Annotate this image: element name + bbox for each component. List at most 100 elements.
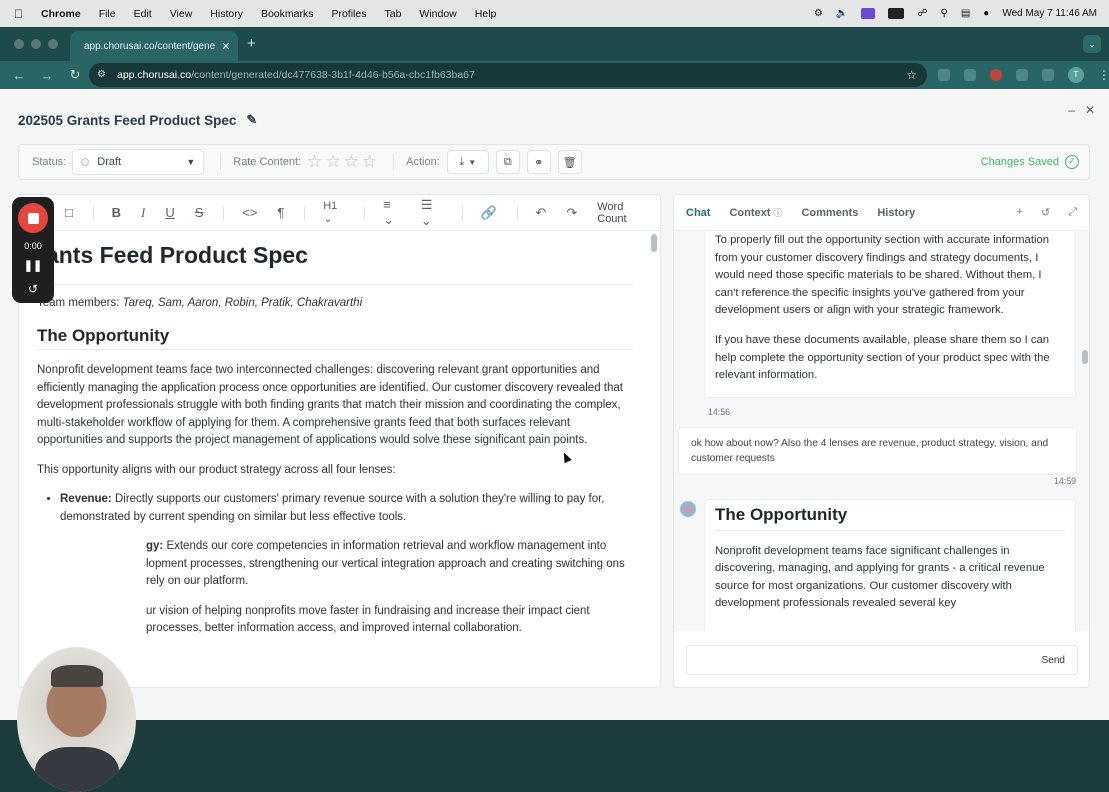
extension-icon[interactable] (938, 69, 950, 81)
chat-scrollbar[interactable] (1082, 350, 1088, 364)
close-window-dot[interactable] (14, 39, 24, 49)
editor-scrollbar[interactable] (651, 234, 657, 252)
gear-status-icon[interactable]: ⚙ (814, 8, 823, 19)
copy-button[interactable]: ⧉ (495, 150, 520, 174)
chat-thread[interactable]: To properly fill out the opportunity sec… (674, 231, 1089, 631)
comment-icon[interactable]: □ (65, 205, 73, 220)
star-icon[interactable]: ☆ (344, 152, 359, 172)
menu-bookmarks[interactable]: Bookmarks (261, 8, 314, 20)
extension-record-icon[interactable] (990, 69, 1002, 81)
download-button[interactable]: ⤓ ▼ (446, 150, 489, 174)
list-item: gy: Extends our core competencies in inf… (60, 538, 633, 591)
chat-input[interactable] (695, 647, 1042, 673)
code-icon[interactable]: <> (242, 205, 257, 220)
share-icon: ⚭ (534, 156, 544, 169)
edit-title-pencil-icon[interactable]: ✎ (246, 112, 257, 128)
screen-record-icon[interactable] (861, 8, 876, 19)
word-count-button[interactable]: Word Count (597, 201, 644, 225)
rating-stars[interactable]: ☆ ☆ ☆ ☆ (307, 152, 377, 172)
volume-icon[interactable]: 🔈 (836, 8, 848, 19)
webcam-person-shirt (35, 747, 119, 792)
lens-label: gy: (146, 540, 164, 552)
minimize-icon[interactable]: – (1068, 103, 1075, 117)
tab-search-icon[interactable]: ⌄ (1083, 35, 1101, 53)
apple-icon[interactable]:  (14, 7, 23, 21)
new-chat-plus-icon[interactable]: + (1017, 206, 1023, 219)
menu-history[interactable]: History (210, 8, 243, 20)
maximize-window-dot[interactable] (48, 39, 58, 49)
new-tab-icon[interactable]: + (247, 35, 256, 52)
browser-tab-active[interactable]: app.chorusai.co/content/gene ✕ (70, 31, 238, 61)
message-timestamp: 14:56 (708, 407, 731, 417)
status-label: Status: (32, 156, 67, 168)
list-dropdown-icon[interactable]: ☰ ⌄ (421, 197, 442, 229)
menu-view[interactable]: View (170, 8, 193, 20)
control-center-icon[interactable]: ▤ (961, 8, 970, 19)
undo-icon[interactable]: ↶ (535, 205, 546, 221)
tab-comments[interactable]: Comments (801, 207, 858, 219)
paragraph-icon[interactable]: ¶ (277, 205, 284, 220)
tab-context[interactable]: Context ⓘ (729, 206, 782, 219)
bold-icon[interactable]: B (112, 205, 121, 220)
window-controls (14, 39, 58, 49)
stop-recording-button[interactable] (18, 203, 48, 233)
forward-arrow-icon[interactable]: → (38, 68, 56, 83)
menu-edit[interactable]: Edit (134, 8, 152, 20)
message-paragraph: Nonprofit development teams face signifi… (715, 544, 1045, 610)
share-button[interactable]: ⚭ (526, 150, 551, 174)
link-icon[interactable]: 🔗 (480, 205, 496, 221)
bookmark-star-icon[interactable]: ☆ (906, 68, 917, 82)
strikethrough-icon[interactable]: S (195, 205, 204, 220)
link-icon[interactable]: ☍ (917, 8, 927, 19)
menu-tab[interactable]: Tab (384, 8, 401, 20)
address-bar[interactable]: ⚙ app.chorusai.co /content/generated/dc4… (89, 63, 927, 87)
macos-menubar:  Chrome File Edit View History Bookmark… (0, 0, 1109, 27)
heading-dropdown[interactable]: H1 ⌄ (323, 200, 344, 225)
reload-icon[interactable]: ↻ (66, 67, 84, 83)
divider (364, 205, 366, 220)
menu-help[interactable]: Help (475, 8, 497, 20)
extension-icon[interactable] (964, 69, 976, 81)
menubar-clock[interactable]: Wed May 7 11:46 AM (1002, 8, 1097, 19)
pause-icon[interactable]: ❚❚ (24, 259, 42, 272)
menu-app-name[interactable]: Chrome (41, 8, 81, 20)
underline-icon[interactable]: U (165, 205, 174, 220)
delete-button[interactable]: 🗑 (557, 150, 582, 174)
divider (393, 154, 395, 170)
sidebar-icon[interactable] (1042, 69, 1054, 81)
close-icon[interactable]: ✕ (1085, 103, 1095, 117)
star-icon[interactable]: ☆ (307, 152, 322, 172)
minimize-window-dot[interactable] (31, 39, 41, 49)
close-tab-icon[interactable]: ✕ (221, 40, 230, 53)
tab-chat[interactable]: Chat (686, 207, 710, 219)
back-arrow-icon[interactable]: ← (10, 68, 28, 83)
chrome-menu-icon[interactable]: ⋮ (1098, 69, 1109, 81)
panel-window-buttons: – ✕ (1068, 103, 1095, 117)
chat-input-row: Send (686, 645, 1078, 675)
status-dropdown[interactable]: Draft ▼ (72, 149, 205, 175)
lens-text: Extends our core competencies in informa… (146, 540, 625, 587)
site-settings-icon[interactable]: ⚙ (97, 69, 109, 81)
document-title-row: 202505 Grants Feed Product Spec ✎ (18, 112, 257, 128)
redo-icon[interactable]: ↷ (566, 205, 577, 221)
siri-icon[interactable]: ● (983, 8, 989, 19)
restart-icon[interactable]: ↺ (28, 282, 38, 296)
menu-file[interactable]: File (99, 8, 116, 20)
align-dropdown-icon[interactable]: ≡ ⌄ (383, 197, 401, 228)
battery-icon[interactable] (888, 8, 905, 19)
lenses-list: Revenue: Directly supports our customers… (60, 491, 633, 638)
search-icon[interactable]: ⚲ (940, 8, 947, 19)
editor-content[interactable]: rants Feed Product Spec Team members: Ta… (37, 243, 633, 650)
menu-profiles[interactable]: Profiles (331, 8, 366, 20)
tab-history[interactable]: History (877, 207, 915, 219)
history-clock-icon[interactable]: ↺ (1041, 206, 1050, 219)
send-button[interactable]: Send (1042, 655, 1065, 666)
extensions-puzzle-icon[interactable] (1016, 69, 1028, 81)
expand-icon[interactable]: ⤢ (1068, 206, 1077, 219)
star-icon[interactable]: ☆ (325, 152, 340, 172)
profile-avatar[interactable]: T (1068, 67, 1084, 83)
menu-window[interactable]: Window (419, 8, 456, 20)
message-heading: The Opportunity (715, 506, 1065, 531)
italic-icon[interactable]: I (141, 205, 145, 221)
star-icon[interactable]: ☆ (362, 152, 377, 172)
